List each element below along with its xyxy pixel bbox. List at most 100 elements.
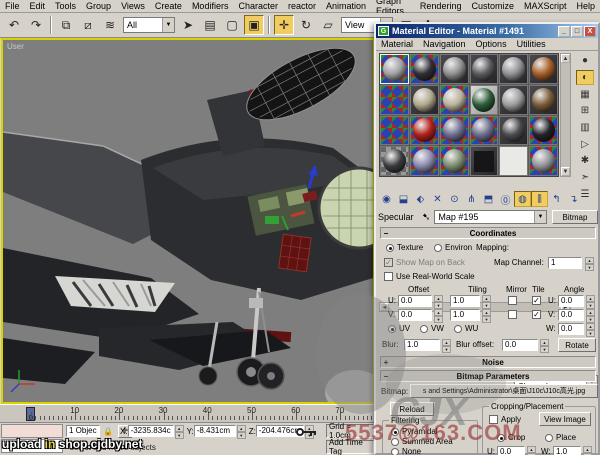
tile-u-checkbox[interactable] — [532, 296, 541, 305]
menu-views[interactable]: Views — [116, 1, 150, 11]
assign-material-to-selection-icon[interactable]: ⬖ — [412, 191, 429, 207]
material-slot-19[interactable] — [380, 146, 409, 176]
key-icon[interactable] — [296, 427, 318, 439]
crop-w-spinner[interactable]: ▲▼ — [583, 446, 592, 455]
go-forward-sibling-icon[interactable]: ↴ — [565, 191, 582, 207]
x-coord-field[interactable]: -3235.834c — [128, 425, 174, 437]
material-slot-8[interactable] — [410, 85, 439, 115]
options-icon[interactable]: ✱ — [576, 153, 594, 169]
make-preview-icon[interactable]: ▷ — [576, 136, 594, 152]
rotate-button[interactable]: Rotate — [558, 338, 596, 352]
menu-group[interactable]: Group — [81, 1, 116, 11]
menu-rendering[interactable]: Rendering — [415, 1, 467, 11]
background-icon[interactable]: ▦ — [576, 86, 594, 102]
menu-character[interactable]: Character — [233, 1, 283, 11]
make-unique-icon[interactable]: ⋔ — [463, 191, 480, 207]
material-slot-3[interactable] — [440, 54, 469, 84]
close-button[interactable]: X — [584, 26, 596, 37]
material-slot-7[interactable] — [380, 85, 409, 115]
blur-field[interactable]: 1.0 — [404, 339, 440, 351]
show-map-in-viewport-icon[interactable]: ◍ — [514, 191, 531, 207]
material-slot-6[interactable] — [529, 54, 558, 84]
angle-v-field[interactable]: 0.0 — [558, 309, 584, 321]
filtering-radio-pyramidal[interactable]: Pyramidal — [391, 427, 477, 436]
material-slot-18[interactable] — [529, 116, 558, 146]
show-end-result-icon[interactable]: ⫼ — [531, 191, 548, 207]
maxscript-mini-listener[interactable] — [1, 424, 63, 438]
filtering-radio-summed-area[interactable]: Summed Area — [391, 437, 477, 446]
material-slot-15[interactable] — [440, 116, 469, 146]
material-editor-window[interactable]: G Material Editor - Material #1491 _ □ X… — [374, 22, 600, 455]
material-slot-13[interactable] — [380, 116, 409, 146]
selection-filter-dropdown[interactable]: All▼ — [123, 17, 175, 33]
rotate-icon[interactable]: ↻ — [296, 15, 316, 35]
angle-w-field[interactable]: 0.0 — [558, 323, 584, 335]
menu-animation[interactable]: Animation — [321, 1, 371, 11]
material-slot-4[interactable] — [470, 54, 499, 84]
material-slot-16[interactable] — [470, 116, 499, 146]
tiling-u-field[interactable]: 1.0 — [450, 295, 480, 307]
get-material-icon[interactable]: ◉ — [378, 191, 395, 207]
use-real-world-checkbox[interactable]: Use Real-World Scale — [384, 272, 475, 281]
reset-map-icon[interactable]: ✕ — [429, 191, 446, 207]
move-icon[interactable]: ✛ — [274, 15, 294, 35]
material-slot-5[interactable] — [499, 54, 528, 84]
selection-lock-icon[interactable]: 🔒 — [101, 425, 115, 438]
view-image-button[interactable]: View Image — [539, 412, 591, 426]
me-menu-material[interactable]: Material — [376, 39, 418, 49]
slots-vertical-scrollbar[interactable]: ▲ ▼ — [560, 53, 571, 177]
offset-v-field[interactable]: 0.0 — [398, 309, 432, 321]
make-material-copy-icon[interactable]: ⊙ — [446, 191, 463, 207]
menu-reactor[interactable]: reactor — [283, 1, 321, 11]
material-slot-17[interactable] — [499, 116, 528, 146]
sample-type-icon[interactable]: ● — [576, 53, 594, 69]
blur-spinner[interactable]: ▲▼ — [442, 339, 451, 351]
put-to-library-icon[interactable]: ⬒ — [480, 191, 497, 207]
menu-create[interactable]: Create — [150, 1, 187, 11]
material-slot-23[interactable] — [499, 146, 528, 176]
scale-icon[interactable]: ▱ — [318, 15, 338, 35]
filtering-radio-none[interactable]: None — [391, 447, 477, 455]
uv-radio[interactable]: UV — [388, 324, 410, 333]
apply-checkbox[interactable]: Apply — [489, 415, 521, 424]
crop-u-spinner[interactable]: ▲▼ — [527, 446, 536, 455]
bitmap-path-button[interactable]: s and Settings\Administrator\桌面\J10c\J10… — [410, 384, 598, 398]
x-spinner[interactable]: ▲▼ — [175, 425, 184, 437]
crop-u-field[interactable]: 0.0 — [497, 446, 525, 455]
material-slot-14[interactable] — [410, 116, 439, 146]
viewport-user[interactable]: User — [1, 38, 375, 404]
menu-customize[interactable]: Customize — [466, 1, 519, 11]
angle-u-spinner[interactable]: ▲▼ — [586, 295, 595, 307]
material-slot-11[interactable] — [499, 85, 528, 115]
mirror-u-checkbox[interactable] — [508, 296, 517, 305]
show-map-on-back-checkbox[interactable]: Show Map on Back — [384, 258, 465, 267]
me-menu-utilities[interactable]: Utilities — [512, 39, 551, 49]
bind-spacewarp-icon[interactable]: ≋ — [100, 15, 120, 35]
select-by-material-icon[interactable]: ➣ — [576, 170, 594, 186]
sample-uv-tiling-icon[interactable]: ⊞ — [576, 103, 594, 119]
minimize-button[interactable]: _ — [558, 26, 570, 37]
undo-icon[interactable]: ↶ — [4, 15, 24, 35]
menu-maxscript[interactable]: MAXScript — [519, 1, 572, 11]
y-spinner[interactable]: ▲▼ — [237, 425, 246, 437]
angle-v-spinner[interactable]: ▲▼ — [586, 309, 595, 321]
blur-offset-spinner[interactable]: ▲▼ — [540, 339, 549, 351]
map-channel-field[interactable]: 1 — [548, 257, 582, 269]
put-material-to-scene-icon[interactable]: ⬓ — [395, 191, 412, 207]
timeline-ruler[interactable]: 0 10203040506070 — [0, 404, 375, 423]
me-menu-navigation[interactable]: Navigation — [418, 39, 471, 49]
tiling-v-spinner[interactable]: ▲▼ — [482, 309, 491, 321]
dropdown-arrow-icon[interactable]: ▼ — [534, 211, 546, 223]
menu-modifiers[interactable]: Modifiers — [187, 1, 234, 11]
crop-radio[interactable]: Crop — [497, 433, 525, 442]
select-link-icon[interactable]: ⧉ — [56, 15, 76, 35]
tiling-v-field[interactable]: 1.0 — [450, 309, 480, 321]
dropdown-arrow-icon[interactable]: ▼ — [162, 18, 174, 32]
environ-radio[interactable]: Environ — [434, 243, 472, 252]
material-id-channel-icon[interactable]: ⓪ — [497, 191, 514, 207]
material-slot-1[interactable] — [380, 54, 409, 84]
offset-v-spinner[interactable]: ▲▼ — [434, 309, 443, 321]
bitmap-parameters-rollout[interactable]: − Bitmap Parameters — [380, 370, 596, 382]
place-radio[interactable]: Place — [545, 433, 576, 442]
material-name-dropdown[interactable]: Map #195 ▼ — [434, 210, 547, 224]
